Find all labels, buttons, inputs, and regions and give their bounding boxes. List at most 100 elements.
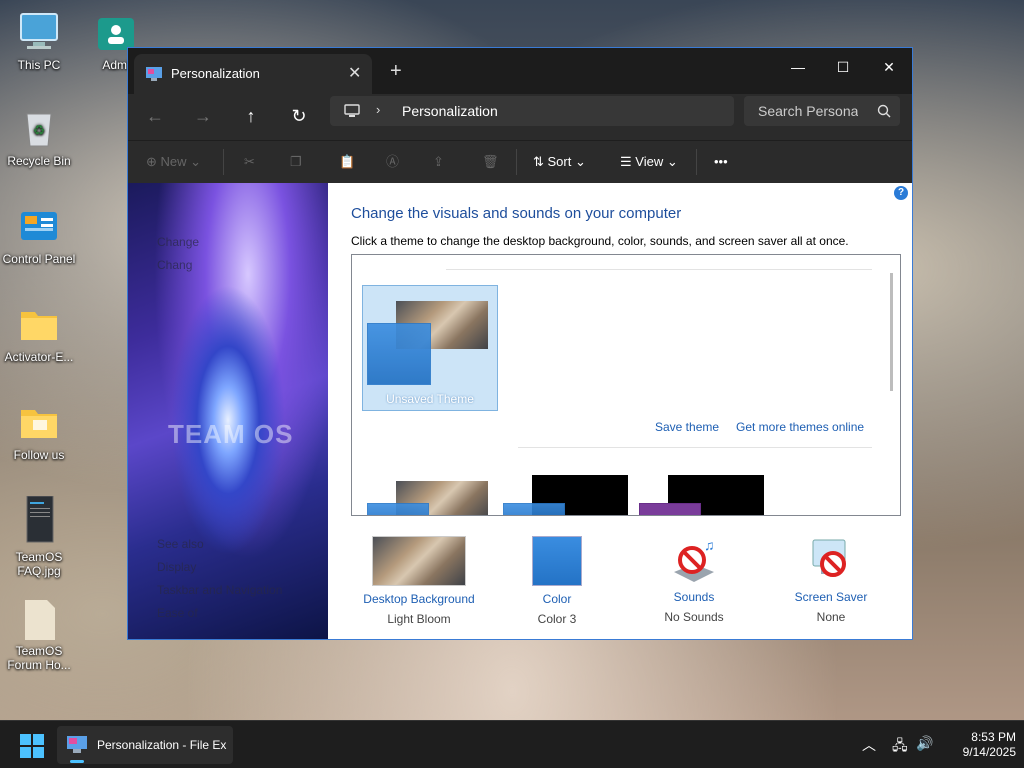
user-folder-icon [96,12,136,52]
left-pane-link[interactable]: Display [157,560,196,574]
refresh-icon[interactable]: ↻ [286,106,312,130]
theme-color-thumbnail [639,503,701,515]
desktop-icon-label: TeamOS Forum Ho... [7,644,71,672]
address-bar[interactable]: › Personalization [330,96,734,126]
clock[interactable]: 8:53 PM 9/14/2025 [936,730,1016,760]
toolbar-separator [223,149,224,175]
monitor-icon [19,12,59,52]
more-options-button[interactable]: ••• [714,151,728,173]
desktop-icon-follow-us[interactable]: Follow us [0,402,78,462]
active-indicator [70,760,84,763]
volume-icon[interactable]: 🔊 [916,735,933,752]
toolbar-separator [516,149,517,175]
divider [518,447,872,448]
search-box[interactable]: Search Personal [744,96,900,126]
view-label: View [635,154,664,169]
share-icon[interactable]: ⇪ [433,151,444,173]
close-button[interactable]: ✕ [866,52,912,82]
desktop-icon-control-panel[interactable]: Control Panel [0,206,78,266]
desktop-icon-teamos-forum[interactable]: TeamOS Forum Ho... [0,598,78,672]
left-pane-link[interactable]: Change [157,235,199,249]
sounds-label[interactable]: Sounds [634,590,754,604]
left-pane-link[interactable]: Ease of [157,606,198,620]
image-file-icon [19,495,59,544]
content-area: Change Chang TEAM OS See also Display Ta… [128,183,912,639]
sounds-value: No Sounds [664,610,724,624]
back-arrow-icon[interactable]: ← [142,106,168,130]
desktop-icon-this-pc[interactable]: This PC [0,12,78,72]
tab-close-button[interactable]: ✕ [348,63,361,83]
desktop-background-thumbnail [372,536,466,586]
divider [446,269,872,270]
color-label[interactable]: Color [497,592,617,606]
screen-saver-item[interactable]: Screen Saver None [771,536,891,624]
view-button[interactable]: ☰ View ⌄ [620,151,678,173]
folder-icon [19,304,59,344]
left-pane-link[interactable]: Taskbar and Navigation [157,583,282,597]
network-icon[interactable]: 🖧 [892,735,908,759]
theme-list[interactable]: Unsaved Theme Save theme Get more themes… [351,254,901,516]
toolbar-separator [696,149,697,175]
minimize-button[interactable]: — [775,52,821,82]
recycle-bin-icon: ♻ [19,108,59,148]
taskbar-app-file-explorer[interactable]: Personalization - File Ex [57,726,233,764]
sort-label: Sort [547,154,572,169]
taskbar: Personalization - File Ex ︿ 🖧 🔊 8:53 PM … [0,720,1024,768]
desktop-background-value: Light Bloom [387,612,451,626]
desktop-icon-label: Control Panel [2,252,76,266]
cut-icon[interactable]: ✂ [244,151,255,173]
breadcrumb[interactable]: Personalization [402,103,498,119]
color-swatch [532,536,582,586]
screen-saver-label[interactable]: Screen Saver [771,590,891,604]
desktop-icon-activator[interactable]: Activator-E... [0,304,78,364]
screen-saver-value: None [816,610,846,624]
maximize-button[interactable]: ☐ [820,52,866,82]
sort-button[interactable]: ⇅ Sort ⌄ [533,151,586,173]
desktop-background-label[interactable]: Desktop Background [359,592,479,606]
delete-icon[interactable]: 🗑 [482,151,499,173]
desktop-icon-teamos-faq[interactable]: TeamOS FAQ.jpg [0,495,78,578]
chevron-right-icon[interactable]: › [376,102,380,117]
forward-arrow-icon[interactable]: → [190,106,216,130]
get-more-themes-link[interactable]: Get more themes online [736,420,864,434]
personalization-icon [146,67,162,81]
document-icon [19,598,59,640]
left-pane: Change Chang TEAM OS See also Display Ta… [128,183,328,639]
pc-icon [344,104,360,123]
desktop-icon-recycle-bin[interactable]: ♻ Recycle Bin [0,108,78,168]
theme-item-unsaved[interactable]: Unsaved Theme [362,285,498,411]
new-button[interactable]: ⊕ New ⌄ [146,151,201,173]
start-button[interactable] [20,734,44,758]
windows-logo-icon [33,747,44,758]
save-theme-link[interactable]: Save theme [655,420,719,434]
sounds-icon: ♫ [670,536,718,584]
color-item[interactable]: Color Color 3 [497,536,617,626]
desktop-icon-label: This PC [17,58,61,72]
command-bar: ⊕ New ⌄ ✂ ❐ 📋 Ⓐ ⇪ 🗑 ⇅ Sort ⌄ ☰ View ⌄ ••… [128,140,912,184]
control-panel-icon [19,206,59,246]
chevron-up-icon[interactable]: ︿ [862,735,876,755]
scrollbar-thumb[interactable] [890,273,893,391]
sounds-item[interactable]: ♫ Sounds No Sounds [634,536,754,624]
left-pane-link[interactable]: Chang [157,258,192,272]
tab-personalization[interactable]: Personalization ✕ [134,54,372,94]
page-title: Change the visuals and sounds on your co… [351,205,682,222]
help-icon[interactable]: ? [894,186,908,200]
rename-icon[interactable]: Ⓐ [386,151,399,173]
copy-icon[interactable]: ❐ [290,151,302,173]
desktop-icon-label: Recycle Bin [7,154,71,168]
theme-color-thumbnail [367,323,431,385]
navigation-bar: ← → ↑ ↻ › Personalization Search Persona… [128,94,912,140]
teamos-watermark: TEAM OS [168,419,294,449]
search-icon[interactable] [877,104,891,123]
paste-icon[interactable]: 📋 [339,151,355,173]
screen-saver-icon [807,536,855,584]
windows-logo-icon [20,747,31,758]
desktop-background-item[interactable]: Desktop Background Light Bloom [359,536,479,626]
taskbar-app-label: Personalization - File Ex [97,738,227,752]
theme-color-thumbnail [367,503,429,515]
new-tab-button[interactable]: + [390,60,402,83]
desktop-icon-label: Admi [102,58,130,72]
up-arrow-icon[interactable]: ↑ [238,106,264,130]
search-input[interactable]: Search Personal [758,103,858,119]
